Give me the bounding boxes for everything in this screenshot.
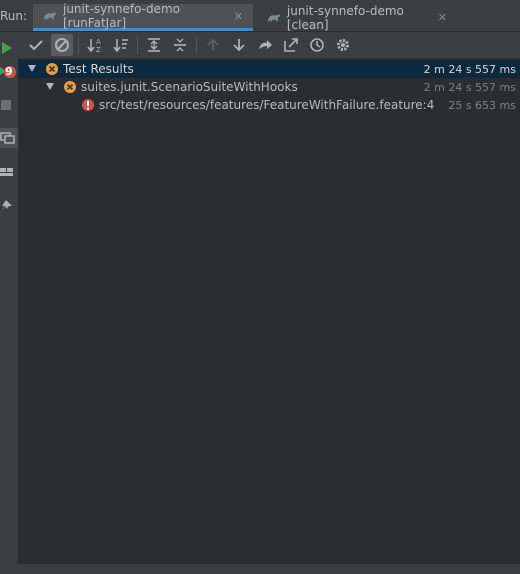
run-tab-bar: Run: junit-synnefo-demo [runFatJar] ✕ ju…: [0, 0, 520, 32]
show-ignored-icon[interactable]: [51, 34, 73, 56]
test-error-icon: [82, 99, 94, 111]
duration: 25 s 653 ms: [448, 99, 516, 112]
toolbar-separator: [78, 37, 79, 54]
expand-all-icon[interactable]: [143, 34, 165, 56]
tree-label: Test Results: [63, 62, 134, 76]
close-icon[interactable]: ✕: [234, 10, 243, 23]
import-tests-icon[interactable]: [254, 34, 276, 56]
sort-duration-icon[interactable]: [110, 34, 132, 56]
layout-icon[interactable]: [0, 162, 18, 182]
gradle-icon: [267, 14, 281, 21]
gradle-icon: [43, 12, 57, 20]
left-toolbar: 9: [0, 32, 19, 574]
sort-alpha-icon[interactable]: A Z: [84, 34, 106, 56]
show-passed-icon[interactable]: [25, 34, 47, 56]
tree-label: src/test/resources/features/FeatureWithF…: [99, 98, 435, 112]
collapse-all-icon[interactable]: [169, 34, 191, 56]
toolbar-separator: [196, 37, 197, 54]
tree-row-suite[interactable]: suites.junit.ScenarioSuiteWithHooks 2 m …: [18, 78, 520, 96]
svg-text:A: A: [96, 38, 101, 46]
run-label: Run:: [0, 9, 28, 23]
duration: 2 m 24 s 557 ms: [423, 63, 516, 76]
test-toolbar: A Z: [18, 32, 520, 59]
failure-count: 9: [5, 65, 13, 78]
expand-arrow-icon[interactable]: [28, 65, 36, 72]
next-failed-icon[interactable]: [228, 34, 250, 56]
tree-label: suites.junit.ScenarioSuiteWithHooks: [81, 80, 298, 94]
tab-clean[interactable]: junit-synnefo-demo [clean] ✕: [257, 3, 457, 32]
rerun-failed-icon[interactable]: 9: [0, 62, 18, 82]
stop-icon[interactable]: [0, 94, 18, 114]
test-results-tree: Test Results 2 m 24 s 557 ms suites.juni…: [18, 59, 520, 574]
rerun-icon[interactable]: [0, 38, 18, 58]
tree-row-test[interactable]: src/test/resources/features/FeatureWithF…: [18, 96, 520, 114]
tab-label: junit-synnefo-demo [runFatJar]: [62, 2, 180, 30]
tab-label: junit-synnefo-demo [clean]: [286, 3, 404, 32]
duration: 2 m 24 s 557 ms: [423, 81, 516, 94]
history-icon[interactable]: [306, 34, 328, 56]
expand-arrow-icon[interactable]: [46, 83, 54, 90]
tree-row-test-results[interactable]: Test Results 2 m 24 s 557 ms: [18, 60, 520, 78]
test-failed-icon: [64, 81, 76, 93]
prev-failed-icon[interactable]: [202, 34, 224, 56]
toolbar-separator: [137, 37, 138, 54]
bottom-tool-strip: [0, 564, 520, 574]
svg-text:Z: Z: [96, 46, 101, 53]
restore-layout-icon[interactable]: [0, 128, 18, 148]
close-icon[interactable]: ✕: [438, 11, 447, 24]
tab-runfatjar[interactable]: junit-synnefo-demo [runFatJar] ✕: [33, 2, 253, 31]
test-failed-icon: [46, 63, 58, 75]
pin-icon[interactable]: [0, 196, 18, 216]
settings-icon[interactable]: [332, 34, 354, 56]
export-icon[interactable]: [280, 34, 302, 56]
